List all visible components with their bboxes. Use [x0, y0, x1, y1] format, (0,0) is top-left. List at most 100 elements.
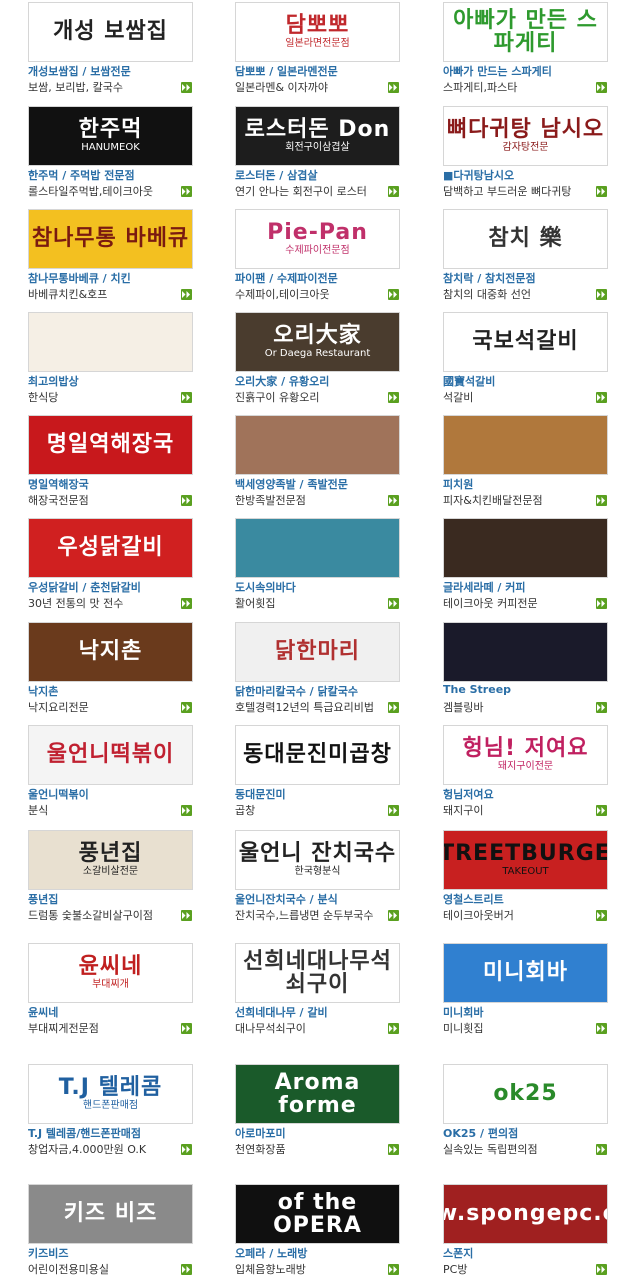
double-chevron-right-icon[interactable]: [181, 1023, 192, 1034]
shop-name-link[interactable]: OK25 / 편의점: [443, 1125, 518, 1141]
shop-banner[interactable]: 개성 보쌈집: [28, 2, 193, 62]
shop-name-link[interactable]: 영철스트리트: [443, 891, 504, 907]
shop-name-link[interactable]: 도시속의바다: [235, 579, 296, 595]
double-chevron-right-icon[interactable]: [388, 186, 399, 197]
double-chevron-right-icon[interactable]: [596, 495, 607, 506]
double-chevron-right-icon[interactable]: [388, 910, 399, 921]
double-chevron-right-icon[interactable]: [181, 702, 192, 713]
shop-banner[interactable]: [235, 518, 400, 578]
shop-banner[interactable]: 낙지촌: [28, 622, 193, 682]
double-chevron-right-icon[interactable]: [388, 289, 399, 300]
double-chevron-right-icon[interactable]: [181, 910, 192, 921]
double-chevron-right-icon[interactable]: [388, 1264, 399, 1275]
shop-name-link[interactable]: ■다귀탕남시오: [443, 167, 514, 183]
shop-name-link[interactable]: 國寶석갈비: [443, 373, 495, 389]
shop-banner[interactable]: [443, 415, 608, 475]
shop-name-link[interactable]: 한주먹 / 주먹밥 전문점: [28, 167, 135, 183]
shop-banner[interactable]: [443, 622, 608, 682]
double-chevron-right-icon[interactable]: [181, 186, 192, 197]
shop-banner[interactable]: ok25: [443, 1064, 608, 1124]
shop-name-link[interactable]: 개성보쌈집 / 보쌈전문: [28, 63, 131, 79]
shop-name-link[interactable]: 헝님저여요: [443, 786, 494, 802]
shop-banner[interactable]: 참나무통 바베큐: [28, 209, 193, 269]
shop-banner[interactable]: 한주먹 HANUMEOK: [28, 106, 193, 166]
shop-banner[interactable]: 미니회바: [443, 943, 608, 1003]
shop-name-link[interactable]: 윤씨네: [28, 1004, 58, 1020]
shop-name-link[interactable]: 글라세라떼 / 커피: [443, 579, 526, 595]
shop-name-link[interactable]: 오리大家 / 유황오리: [235, 373, 329, 389]
double-chevron-right-icon[interactable]: [181, 1264, 192, 1275]
shop-banner[interactable]: 명일역해장국: [28, 415, 193, 475]
shop-name-link[interactable]: 파이팬 / 수제파이전문: [235, 270, 338, 286]
double-chevron-right-icon[interactable]: [388, 392, 399, 403]
shop-banner[interactable]: 풍년집 소갈비살전문: [28, 830, 193, 890]
shop-name-link[interactable]: 풍년집: [28, 891, 58, 907]
double-chevron-right-icon[interactable]: [596, 702, 607, 713]
double-chevron-right-icon[interactable]: [181, 598, 192, 609]
double-chevron-right-icon[interactable]: [596, 805, 607, 816]
shop-name-link[interactable]: 미니회바: [443, 1004, 483, 1020]
shop-banner[interactable]: 닭한마리: [235, 622, 400, 682]
shop-name-link[interactable]: 아빠가 만드는 스파게티: [443, 63, 552, 79]
shop-name-link[interactable]: 참치락 / 참치전문점: [443, 270, 536, 286]
shop-name-link[interactable]: 선희네대나무 / 갈비: [235, 1004, 328, 1020]
shop-name-link[interactable]: 최고의밥상: [28, 373, 79, 389]
shop-banner[interactable]: [443, 518, 608, 578]
double-chevron-right-icon[interactable]: [388, 1144, 399, 1155]
shop-name-link[interactable]: 키즈비즈: [28, 1245, 68, 1261]
shop-name-link[interactable]: 동대문진미: [235, 786, 286, 802]
double-chevron-right-icon[interactable]: [181, 495, 192, 506]
double-chevron-right-icon[interactable]: [181, 82, 192, 93]
double-chevron-right-icon[interactable]: [181, 1144, 192, 1155]
double-chevron-right-icon[interactable]: [596, 392, 607, 403]
shop-name-link[interactable]: 스폰지: [443, 1245, 473, 1261]
double-chevron-right-icon[interactable]: [181, 805, 192, 816]
shop-name-link[interactable]: 담뽀뽀 / 일본라멘전문: [235, 63, 338, 79]
shop-banner[interactable]: 아빠가 만든 스파게티: [443, 2, 608, 62]
shop-banner[interactable]: of the OPERA: [235, 1184, 400, 1244]
double-chevron-right-icon[interactable]: [596, 598, 607, 609]
shop-banner[interactable]: [28, 312, 193, 372]
shop-banner[interactable]: 동대문진미곱창: [235, 725, 400, 785]
double-chevron-right-icon[interactable]: [596, 82, 607, 93]
shop-name-link[interactable]: 울언니잔치국수 / 분식: [235, 891, 338, 907]
double-chevron-right-icon[interactable]: [181, 392, 192, 403]
shop-name-link[interactable]: 로스터돈 / 삼겹살: [235, 167, 318, 183]
double-chevron-right-icon[interactable]: [596, 1023, 607, 1034]
shop-banner[interactable]: 로스터돈 Don 회전구이삼겹살: [235, 106, 400, 166]
shop-banner[interactable]: 울언니떡볶이: [28, 725, 193, 785]
shop-name-link[interactable]: 오페라 / 노래방: [235, 1245, 307, 1261]
shop-banner[interactable]: 담뽀뽀 일본라면전문점: [235, 2, 400, 62]
shop-banner[interactable]: [235, 415, 400, 475]
shop-name-link[interactable]: 낙지촌: [28, 683, 58, 699]
shop-name-link[interactable]: 아로마포미: [235, 1125, 286, 1141]
double-chevron-right-icon[interactable]: [388, 82, 399, 93]
shop-name-link[interactable]: 울언니떡볶이: [28, 786, 89, 802]
double-chevron-right-icon[interactable]: [388, 598, 399, 609]
shop-banner[interactable]: 우성닭갈비: [28, 518, 193, 578]
double-chevron-right-icon[interactable]: [388, 1023, 399, 1034]
shop-banner[interactable]: 헝님! 저여요 돼지구이전문: [443, 725, 608, 785]
shop-banner[interactable]: www.spongepc.com: [443, 1184, 608, 1244]
shop-banner[interactable]: 선희네대나무석쇠구이: [235, 943, 400, 1003]
shop-banner[interactable]: 참치 樂: [443, 209, 608, 269]
shop-banner[interactable]: T.J 텔레콤 핸드폰판매점: [28, 1064, 193, 1124]
shop-name-link[interactable]: 피치원: [443, 476, 473, 492]
double-chevron-right-icon[interactable]: [596, 186, 607, 197]
double-chevron-right-icon[interactable]: [596, 289, 607, 300]
shop-banner[interactable]: Pie-Pan 수제파이전문점: [235, 209, 400, 269]
shop-name-link[interactable]: 참나무통바베큐 / 치킨: [28, 270, 131, 286]
shop-banner[interactable]: STREETBURGERTAKEOUT: [443, 830, 608, 890]
double-chevron-right-icon[interactable]: [388, 805, 399, 816]
shop-banner[interactable]: 윤씨네 부대찌개: [28, 943, 193, 1003]
shop-name-link[interactable]: T.J 텔레콤/핸드폰판매점: [28, 1125, 141, 1141]
shop-banner[interactable]: 키즈 비즈: [28, 1184, 193, 1244]
shop-name-link[interactable]: 우성닭갈비 / 춘천닭갈비: [28, 579, 141, 595]
double-chevron-right-icon[interactable]: [596, 1264, 607, 1275]
double-chevron-right-icon[interactable]: [388, 495, 399, 506]
double-chevron-right-icon[interactable]: [596, 910, 607, 921]
shop-banner[interactable]: Aroma forme: [235, 1064, 400, 1124]
shop-name-link[interactable]: 닭한마리칼국수 / 닭칼국수: [235, 683, 358, 699]
double-chevron-right-icon[interactable]: [388, 702, 399, 713]
shop-banner[interactable]: 오리大家 Or Daega Restaurant: [235, 312, 400, 372]
